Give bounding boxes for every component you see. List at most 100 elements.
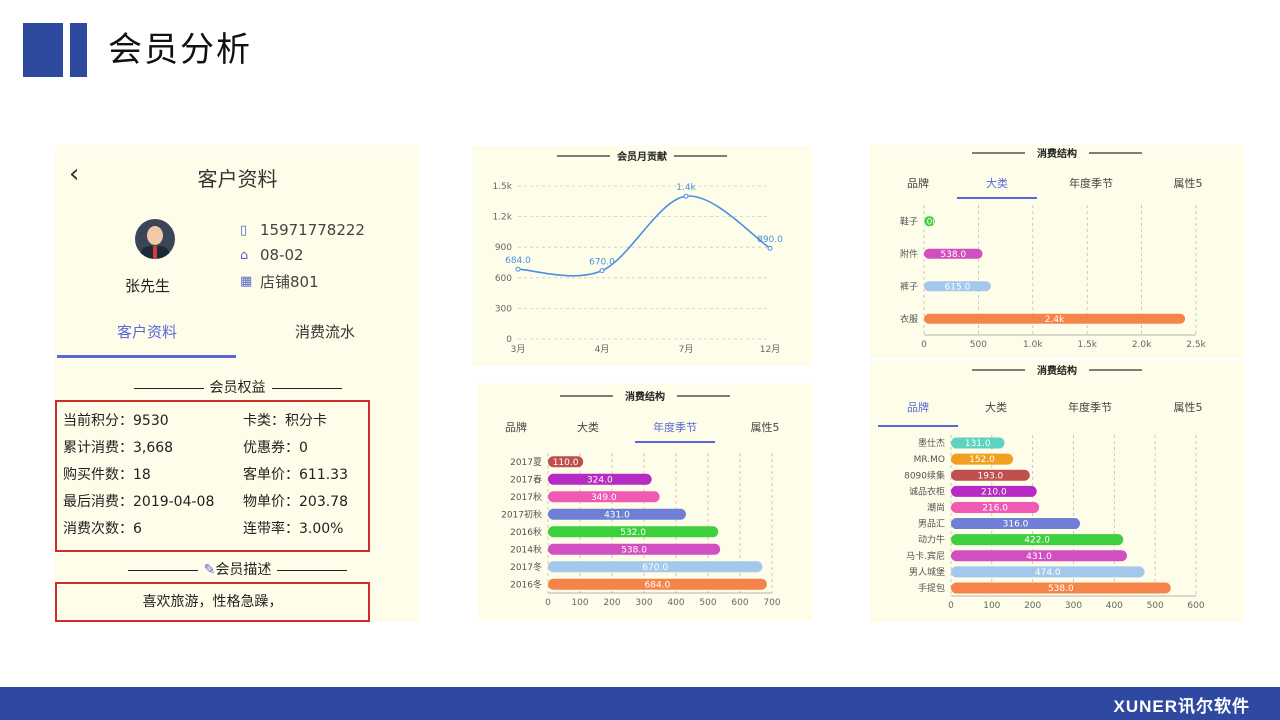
y-category-label: 手提包 [918,582,945,594]
benefits-heading: 会员权益 [55,377,420,397]
benefit-left-2: 购买件数：18 [63,467,151,483]
chart-title: 消费结构 [1037,147,1077,160]
y-category-label: 2017春 [510,473,542,485]
tab-consumption-flow[interactable]: 消费流水 [295,321,355,342]
bar-value-label: 538.0 [1048,584,1074,594]
y-category-label: 墨仕杰 [918,437,945,449]
x-tick-label: 200 [603,598,620,608]
y-tick-label: 0 [506,335,512,345]
chart-tab-2: 年度季节 [653,420,697,434]
chart-tab-0: 品牌 [907,176,929,190]
phone-row: ▯ 15971778222 [240,221,365,239]
phone-icon: ▯ [240,222,248,238]
y-category-label: 2016秋 [510,526,542,538]
benefit-right-2: 客单价：611.33 [243,467,348,483]
category-bar-chart-svg: 消费结构品牌 大类 年度季节 属性5 0 500 1.0k 1.5k 2.0k 2.5k 鞋子 100… [900,147,1207,350]
y-category-label: 鞋子 [900,215,918,227]
bar-value-label: 615.0 [945,282,971,292]
store-icon: ▦ [240,274,253,289]
data-label: 670.0 [589,258,615,268]
season-bar-chart-svg: 消费结构品牌 大类 年度季节 属性5 0 100 200 300 400 500 600 700 201… [501,390,781,608]
data-point [515,266,521,272]
x-tick-label: 500 [970,340,987,350]
benefit-left-0: 当前积分：9530 [63,413,169,429]
y-tick-label: 600 [495,274,512,284]
x-tick-label: 100 [571,598,588,608]
bar-value-label: 532.0 [620,528,646,538]
x-tick-label: 7月 [679,344,694,355]
y-category-label: 2017秋 [510,491,542,503]
active-tab-underline [57,355,236,358]
y-tick-label: 1.2k [492,213,512,223]
x-tick-label: 4月 [595,344,610,355]
consumption-structure-category-chart: 消费结构 品牌 大类 年度季节 属性5 0 500 1.0k 1.5k 2.0k 2.5k 鞋子 100… [870,145,1244,358]
consumption-structure-season-chart: 消费结构 品牌 大类 年度季节 属性5 0 100 200 300 400 500 600 700 201… [478,383,812,620]
phone-number: 15971778222 [260,221,365,239]
bar-value-label: 216.0 [982,503,1008,513]
bar-value-label: 684.0 [645,580,671,590]
benefit-left-3: 最后消费：2019-04-08 [63,494,215,510]
description-heading: ✎会员描述 [55,559,420,579]
y-category-label: 男品汇 [918,519,945,530]
data-point [767,245,773,251]
line-chart-svg: 会员月贡献 0 300 600 900 1.2k 1.5k 3月 4月 7月 12月 684.0 670… [492,150,783,355]
chart-tab-3: 属性5 [751,420,780,434]
bar-value-label: 538.0 [940,250,966,260]
y-tick-label: 900 [495,243,512,253]
bar-value-label: 193.0 [978,471,1004,481]
x-tick-label: 400 [1106,601,1123,611]
x-tick-label: 2.5k [1186,340,1206,350]
customer-profile-panel: ‹ 客户资料 张先生 ▯ 15971778222 ⌂ 08-02 ▦ 店铺801… [55,145,420,622]
slide-title: 会员分析 [108,30,252,70]
y-category-label: 潮尚 [927,501,945,513]
benefit-right-3: 物单价：203.78 [243,494,348,510]
x-tick-label: 300 [635,598,652,608]
benefit-right-0: 卡类：积分卡 [243,413,327,429]
cake-icon: ⌂ [240,247,249,263]
title-accent-block-right [70,23,87,77]
y-tick-label: 300 [495,304,512,314]
store-value: 店铺801 [260,273,319,291]
x-tick-label: 0 [948,601,954,611]
monthly-contribution-chart: 会员月贡献 0 300 600 900 1.2k 1.5k 3月 4月 7月 12月 684.0 670… [472,146,812,366]
bar-value-label: 131.0 [965,439,991,449]
y-tick-label: 1.5k [492,182,512,192]
bar-value-label: 210.0 [981,487,1007,497]
x-tick-label: 0 [545,598,551,608]
footer-brand: XUNER讯尔软件 [1113,697,1250,716]
benefit-left-4: 消费次数：6 [63,521,142,537]
data-label: 890.0 [757,235,783,245]
title-accent-block-left [23,23,63,77]
y-category-label: 2014秋 [510,543,542,555]
series-line [517,195,771,277]
bar-value-label: 422.0 [1024,536,1050,546]
customer-name: 张先生 [125,277,171,295]
bar-value-label: 110.0 [553,458,579,468]
x-tick-label: 0 [921,340,927,350]
chart-tab-underline [635,441,715,443]
chart-title: 会员月贡献 [617,150,667,163]
y-category-label: 2017夏 [510,457,542,468]
x-tick-label: 1.5k [1077,340,1097,350]
data-point [683,193,689,199]
bar-value-label: 316.0 [1003,520,1029,530]
chart-tab-underline [878,425,958,427]
benefit-right-4: 连带率：3.00% [243,521,344,537]
y-category-label: 8090续集 [904,469,945,481]
chart-tab-0: 品牌 [907,400,929,414]
data-label: 684.0 [505,256,531,266]
y-category-label: 动力牛 [918,534,945,546]
chart-tab-2: 年度季节 [1068,400,1112,414]
bar-value-label: 2.4k [1045,315,1065,325]
store-row: ▦ 店铺801 [240,271,319,292]
description-box: 喜欢旅游，性格急躁， [55,582,370,622]
y-category-label: 诚品衣柜 [909,485,945,497]
tab-customer-profile[interactable]: 客户资料 [117,321,177,342]
customer-profile-title: 客户资料 [197,167,278,191]
x-tick-label: 3月 [511,344,526,355]
chart-tab-0: 品牌 [505,420,527,434]
y-category-label: 附件 [900,248,918,260]
data-label: 1.4k [676,183,696,193]
y-category-label: 2017冬 [510,561,542,573]
benefit-right-1: 优惠券：0 [243,440,308,456]
